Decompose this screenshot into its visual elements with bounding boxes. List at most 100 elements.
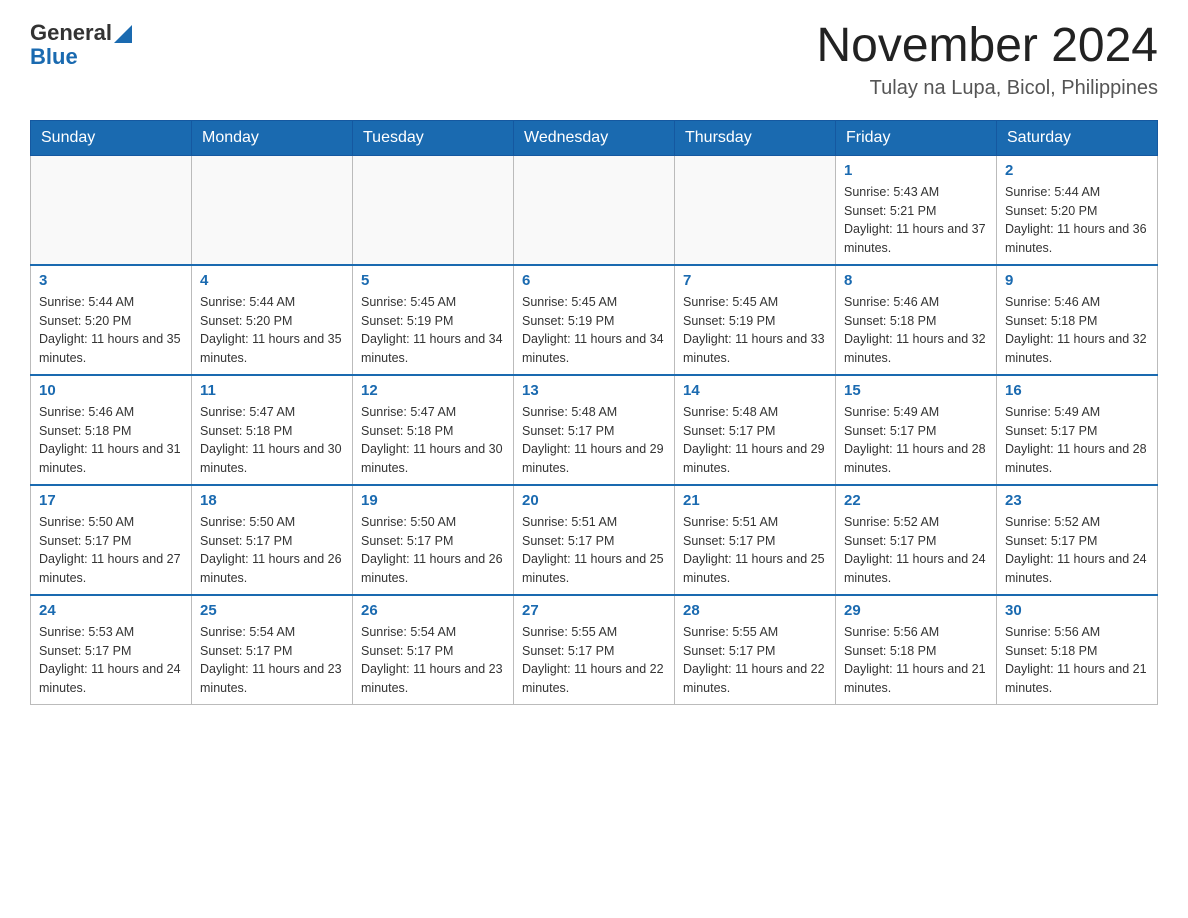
day-info: Sunrise: 5:53 AMSunset: 5:17 PMDaylight:… <box>39 625 181 695</box>
day-info: Sunrise: 5:54 AMSunset: 5:17 PMDaylight:… <box>200 625 342 695</box>
day-info: Sunrise: 5:46 AMSunset: 5:18 PMDaylight:… <box>1005 295 1147 365</box>
day-info: Sunrise: 5:52 AMSunset: 5:17 PMDaylight:… <box>844 515 986 585</box>
calendar-cell: 8 Sunrise: 5:46 AMSunset: 5:18 PMDayligh… <box>836 265 997 375</box>
day-number: 16 <box>1005 382 1149 399</box>
day-info: Sunrise: 5:50 AMSunset: 5:17 PMDaylight:… <box>39 515 181 585</box>
calendar-cell: 2 Sunrise: 5:44 AMSunset: 5:20 PMDayligh… <box>997 155 1158 265</box>
column-header-friday: Friday <box>836 120 997 155</box>
day-number: 10 <box>39 382 183 399</box>
day-info: Sunrise: 5:45 AMSunset: 5:19 PMDaylight:… <box>522 295 664 365</box>
calendar-cell: 21 Sunrise: 5:51 AMSunset: 5:17 PMDaylig… <box>675 485 836 595</box>
column-header-wednesday: Wednesday <box>514 120 675 155</box>
month-title: November 2024 <box>816 20 1158 73</box>
day-number: 30 <box>1005 602 1149 619</box>
calendar-cell: 15 Sunrise: 5:49 AMSunset: 5:17 PMDaylig… <box>836 375 997 485</box>
calendar-week-row: 17 Sunrise: 5:50 AMSunset: 5:17 PMDaylig… <box>31 485 1158 595</box>
calendar-week-row: 3 Sunrise: 5:44 AMSunset: 5:20 PMDayligh… <box>31 265 1158 375</box>
calendar-cell: 19 Sunrise: 5:50 AMSunset: 5:17 PMDaylig… <box>353 485 514 595</box>
day-number: 1 <box>844 162 988 179</box>
calendar-cell: 26 Sunrise: 5:54 AMSunset: 5:17 PMDaylig… <box>353 595 514 705</box>
day-number: 28 <box>683 602 827 619</box>
calendar-cell <box>31 155 192 265</box>
day-info: Sunrise: 5:45 AMSunset: 5:19 PMDaylight:… <box>361 295 503 365</box>
calendar-cell: 20 Sunrise: 5:51 AMSunset: 5:17 PMDaylig… <box>514 485 675 595</box>
calendar-cell: 7 Sunrise: 5:45 AMSunset: 5:19 PMDayligh… <box>675 265 836 375</box>
calendar-cell: 10 Sunrise: 5:46 AMSunset: 5:18 PMDaylig… <box>31 375 192 485</box>
day-info: Sunrise: 5:48 AMSunset: 5:17 PMDaylight:… <box>522 405 664 475</box>
logo: General Blue <box>30 20 132 70</box>
logo-triangle-icon <box>114 25 132 43</box>
calendar-cell: 18 Sunrise: 5:50 AMSunset: 5:17 PMDaylig… <box>192 485 353 595</box>
calendar-cell: 17 Sunrise: 5:50 AMSunset: 5:17 PMDaylig… <box>31 485 192 595</box>
day-number: 24 <box>39 602 183 619</box>
column-header-thursday: Thursday <box>675 120 836 155</box>
calendar-cell: 6 Sunrise: 5:45 AMSunset: 5:19 PMDayligh… <box>514 265 675 375</box>
day-number: 12 <box>361 382 505 399</box>
calendar-cell: 9 Sunrise: 5:46 AMSunset: 5:18 PMDayligh… <box>997 265 1158 375</box>
column-header-tuesday: Tuesday <box>353 120 514 155</box>
calendar-cell: 1 Sunrise: 5:43 AMSunset: 5:21 PMDayligh… <box>836 155 997 265</box>
page-header: General Blue November 2024 Tulay na Lupa… <box>30 20 1158 100</box>
calendar-cell: 13 Sunrise: 5:48 AMSunset: 5:17 PMDaylig… <box>514 375 675 485</box>
calendar-week-row: 24 Sunrise: 5:53 AMSunset: 5:17 PMDaylig… <box>31 595 1158 705</box>
day-number: 21 <box>683 492 827 509</box>
day-info: Sunrise: 5:56 AMSunset: 5:18 PMDaylight:… <box>1005 625 1147 695</box>
day-number: 18 <box>200 492 344 509</box>
day-number: 20 <box>522 492 666 509</box>
day-info: Sunrise: 5:44 AMSunset: 5:20 PMDaylight:… <box>39 295 181 365</box>
day-number: 13 <box>522 382 666 399</box>
day-info: Sunrise: 5:48 AMSunset: 5:17 PMDaylight:… <box>683 405 825 475</box>
day-info: Sunrise: 5:46 AMSunset: 5:18 PMDaylight:… <box>39 405 181 475</box>
calendar-cell: 3 Sunrise: 5:44 AMSunset: 5:20 PMDayligh… <box>31 265 192 375</box>
calendar-cell: 24 Sunrise: 5:53 AMSunset: 5:17 PMDaylig… <box>31 595 192 705</box>
day-number: 7 <box>683 272 827 289</box>
day-number: 17 <box>39 492 183 509</box>
day-number: 5 <box>361 272 505 289</box>
day-info: Sunrise: 5:49 AMSunset: 5:17 PMDaylight:… <box>1005 405 1147 475</box>
calendar-cell: 25 Sunrise: 5:54 AMSunset: 5:17 PMDaylig… <box>192 595 353 705</box>
day-number: 15 <box>844 382 988 399</box>
day-info: Sunrise: 5:44 AMSunset: 5:20 PMDaylight:… <box>200 295 342 365</box>
column-header-monday: Monday <box>192 120 353 155</box>
day-info: Sunrise: 5:55 AMSunset: 5:17 PMDaylight:… <box>683 625 825 695</box>
calendar-cell: 16 Sunrise: 5:49 AMSunset: 5:17 PMDaylig… <box>997 375 1158 485</box>
column-header-sunday: Sunday <box>31 120 192 155</box>
day-info: Sunrise: 5:46 AMSunset: 5:18 PMDaylight:… <box>844 295 986 365</box>
calendar-cell: 23 Sunrise: 5:52 AMSunset: 5:17 PMDaylig… <box>997 485 1158 595</box>
calendar-cell: 29 Sunrise: 5:56 AMSunset: 5:18 PMDaylig… <box>836 595 997 705</box>
calendar-cell: 12 Sunrise: 5:47 AMSunset: 5:18 PMDaylig… <box>353 375 514 485</box>
calendar-table: SundayMondayTuesdayWednesdayThursdayFrid… <box>30 120 1158 705</box>
day-info: Sunrise: 5:51 AMSunset: 5:17 PMDaylight:… <box>522 515 664 585</box>
day-info: Sunrise: 5:44 AMSunset: 5:20 PMDaylight:… <box>1005 185 1147 255</box>
day-info: Sunrise: 5:50 AMSunset: 5:17 PMDaylight:… <box>361 515 503 585</box>
calendar-week-row: 10 Sunrise: 5:46 AMSunset: 5:18 PMDaylig… <box>31 375 1158 485</box>
day-info: Sunrise: 5:55 AMSunset: 5:17 PMDaylight:… <box>522 625 664 695</box>
column-header-saturday: Saturday <box>997 120 1158 155</box>
day-number: 3 <box>39 272 183 289</box>
day-info: Sunrise: 5:47 AMSunset: 5:18 PMDaylight:… <box>200 405 342 475</box>
day-number: 26 <box>361 602 505 619</box>
calendar-cell: 14 Sunrise: 5:48 AMSunset: 5:17 PMDaylig… <box>675 375 836 485</box>
day-info: Sunrise: 5:49 AMSunset: 5:17 PMDaylight:… <box>844 405 986 475</box>
logo-blue-text: Blue <box>30 44 78 70</box>
day-info: Sunrise: 5:43 AMSunset: 5:21 PMDaylight:… <box>844 185 986 255</box>
day-info: Sunrise: 5:56 AMSunset: 5:18 PMDaylight:… <box>844 625 986 695</box>
day-number: 14 <box>683 382 827 399</box>
calendar-cell: 22 Sunrise: 5:52 AMSunset: 5:17 PMDaylig… <box>836 485 997 595</box>
day-number: 25 <box>200 602 344 619</box>
day-number: 22 <box>844 492 988 509</box>
day-info: Sunrise: 5:54 AMSunset: 5:17 PMDaylight:… <box>361 625 503 695</box>
calendar-header-row: SundayMondayTuesdayWednesdayThursdayFrid… <box>31 120 1158 155</box>
logo-general-text: General <box>30 20 112 46</box>
day-number: 2 <box>1005 162 1149 179</box>
day-number: 4 <box>200 272 344 289</box>
calendar-cell: 4 Sunrise: 5:44 AMSunset: 5:20 PMDayligh… <box>192 265 353 375</box>
calendar-cell: 30 Sunrise: 5:56 AMSunset: 5:18 PMDaylig… <box>997 595 1158 705</box>
day-number: 8 <box>844 272 988 289</box>
calendar-cell <box>353 155 514 265</box>
calendar-cell <box>192 155 353 265</box>
day-number: 11 <box>200 382 344 399</box>
calendar-cell <box>514 155 675 265</box>
day-number: 19 <box>361 492 505 509</box>
calendar-cell: 5 Sunrise: 5:45 AMSunset: 5:19 PMDayligh… <box>353 265 514 375</box>
